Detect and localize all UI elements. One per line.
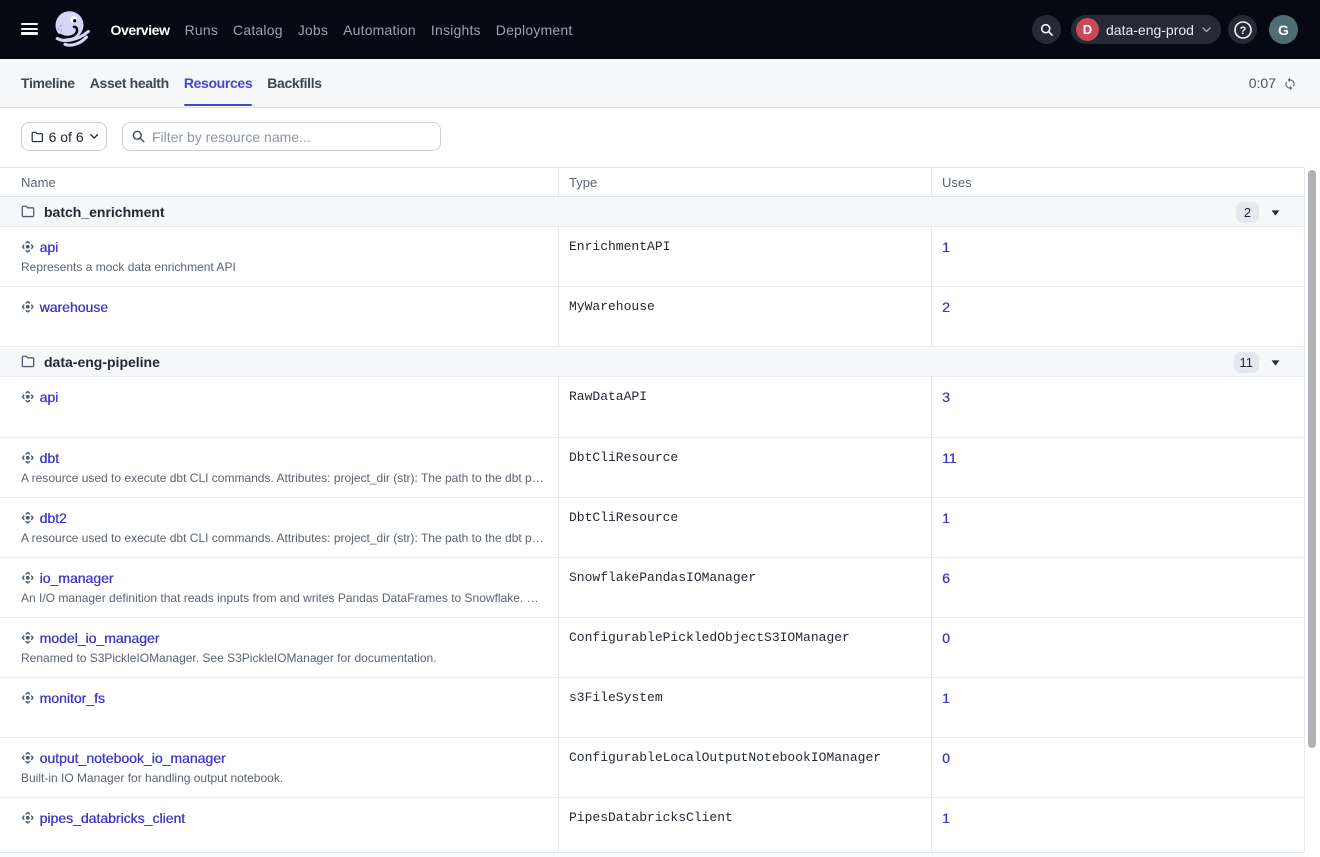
svg-text:?: ? bbox=[1239, 25, 1246, 37]
